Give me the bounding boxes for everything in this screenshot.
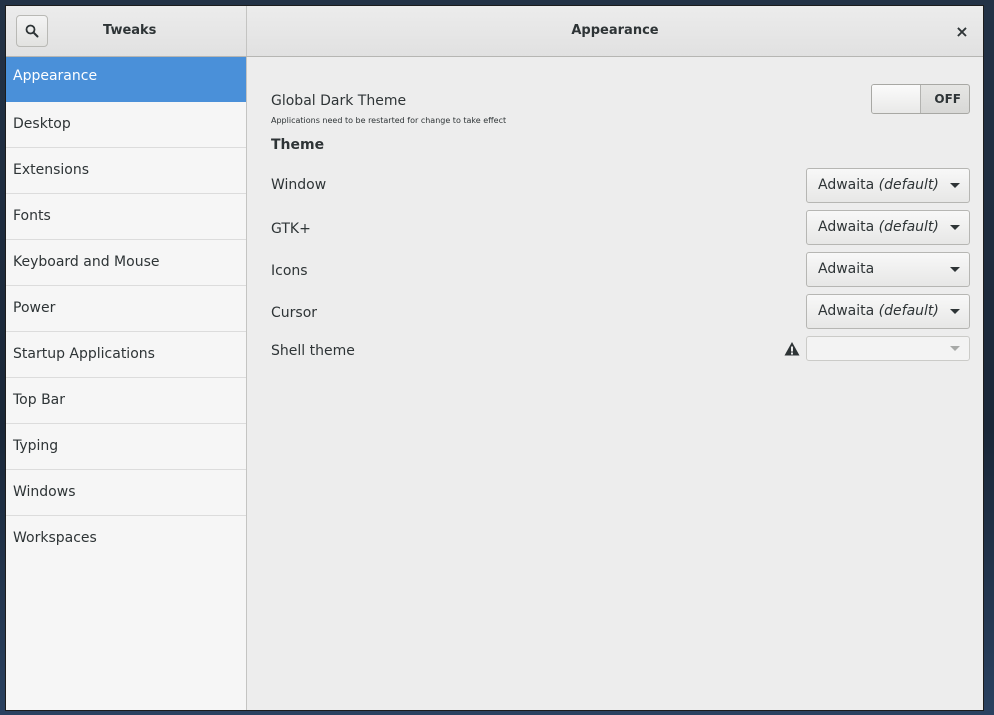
tweaks-window: Tweaks Appearance × Appearance Desktop E… xyxy=(5,5,984,711)
dropdown-value: Adwaita (default) xyxy=(818,303,939,319)
close-icon: × xyxy=(955,21,969,41)
cursor-theme-dropdown[interactable]: Adwaita (default) xyxy=(806,294,970,329)
sidebar-item-typing[interactable]: Typing xyxy=(6,424,246,470)
sidebar-item-label: Power xyxy=(13,300,56,316)
sidebar-title: Tweaks xyxy=(103,23,157,38)
sidebar-item-label: Windows xyxy=(13,484,76,500)
cursor-theme-label: Cursor xyxy=(271,305,318,321)
sidebar-item-extensions[interactable]: Extensions xyxy=(6,148,246,194)
sidebar-item-label: Fonts xyxy=(13,208,51,224)
chevron-down-icon xyxy=(950,346,960,351)
warning-icon xyxy=(784,342,800,356)
sidebar: Appearance Desktop Extensions Fonts Keyb… xyxy=(6,57,247,710)
switch-state-label: OFF xyxy=(934,92,961,106)
global-dark-theme-description: Applications need to be restarted for ch… xyxy=(271,116,507,125)
sidebar-item-label: Typing xyxy=(13,438,59,454)
shell-theme-dropdown xyxy=(806,336,970,361)
shell-theme-label: Shell theme xyxy=(271,343,355,359)
header-bar: Tweaks Appearance × xyxy=(6,6,983,57)
sidebar-item-label: Workspaces xyxy=(13,530,97,546)
search-button[interactable] xyxy=(16,15,48,47)
sidebar-item-label: Extensions xyxy=(13,162,90,178)
sidebar-item-label: Keyboard and Mouse xyxy=(13,254,160,270)
chevron-down-icon xyxy=(950,267,960,272)
gtk-theme-dropdown[interactable]: Adwaita (default) xyxy=(806,210,970,245)
sidebar-item-startup-applications[interactable]: Startup Applications xyxy=(6,332,246,378)
window-theme-dropdown[interactable]: Adwaita (default) xyxy=(806,168,970,203)
chevron-down-icon xyxy=(950,309,960,314)
chevron-down-icon xyxy=(950,225,960,230)
dropdown-value: Adwaita (default) xyxy=(818,177,939,193)
icons-theme-label: Icons xyxy=(271,263,308,279)
dropdown-value: Adwaita xyxy=(818,261,875,277)
sidebar-item-workspaces[interactable]: Workspaces xyxy=(6,516,246,562)
global-dark-theme-switch[interactable]: OFF xyxy=(871,84,970,114)
gtk-theme-label: GTK+ xyxy=(271,221,311,237)
sidebar-item-appearance[interactable]: Appearance xyxy=(6,57,246,102)
sidebar-item-power[interactable]: Power xyxy=(6,286,246,332)
global-dark-theme-label: Global Dark Theme xyxy=(271,93,407,109)
dropdown-value: Adwaita (default) xyxy=(818,219,939,235)
sidebar-item-label: Top Bar xyxy=(13,392,66,408)
sidebar-item-desktop[interactable]: Desktop xyxy=(6,102,246,148)
page-title: Appearance xyxy=(571,23,659,38)
icons-theme-dropdown[interactable]: Adwaita xyxy=(806,252,970,287)
sidebar-item-label: Desktop xyxy=(13,116,71,132)
sidebar-item-label: Appearance xyxy=(13,68,98,84)
switch-knob xyxy=(872,85,921,113)
appearance-panel: Global Dark Theme Applications need to b… xyxy=(247,57,983,710)
chevron-down-icon xyxy=(950,183,960,188)
sidebar-item-keyboard-and-mouse[interactable]: Keyboard and Mouse xyxy=(6,240,246,286)
sidebar-item-windows[interactable]: Windows xyxy=(6,470,246,516)
theme-section-heading: Theme xyxy=(271,137,325,153)
close-button[interactable]: × xyxy=(950,19,974,43)
sidebar-item-fonts[interactable]: Fonts xyxy=(6,194,246,240)
sidebar-item-label: Startup Applications xyxy=(13,346,155,362)
sidebar-header: Tweaks xyxy=(6,6,247,56)
search-icon xyxy=(25,24,39,38)
sidebar-item-top-bar[interactable]: Top Bar xyxy=(6,378,246,424)
window-theme-label: Window xyxy=(271,177,327,193)
